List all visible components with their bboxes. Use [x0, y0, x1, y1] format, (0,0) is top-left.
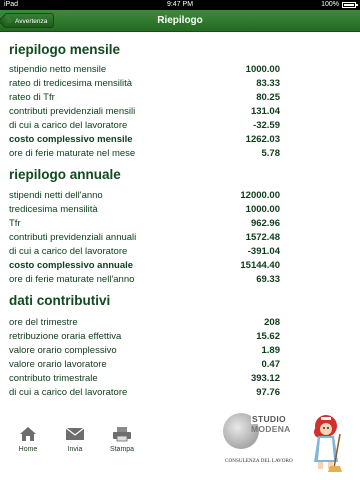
row-label: retribuzione oraria effettiva — [9, 331, 122, 342]
section-title-annuale: riepilogo annuale — [9, 167, 121, 182]
back-button[interactable]: Avvertenza — [4, 13, 55, 28]
summary-row: tredicesima mensilità 1000.00 — [9, 203, 280, 216]
summary-row: stipendio netto mensile 1000.00 — [9, 63, 280, 76]
send-label: Invia — [67, 446, 83, 453]
row-label: ore del trimestre — [9, 317, 78, 328]
row-value: 962.96 — [250, 218, 280, 229]
row-label: ore di ferie maturate nell'anno — [9, 274, 135, 285]
row-label: stipendio netto mensile — [9, 64, 107, 75]
home-icon — [20, 427, 36, 441]
row-value: 1.89 — [261, 345, 281, 356]
summary-row: di cui a carico del lavoratore -32.59 — [9, 119, 280, 132]
status-time: 9:47 PM — [166, 1, 194, 8]
summary-row: ore di ferie maturate nell'anno 69.33 — [9, 273, 280, 286]
summary-row: rateo di Tfr 80.25 — [9, 91, 280, 104]
mascot-illustration — [314, 415, 342, 472]
summary-row: ore di ferie maturate nel mese 5.78 — [9, 147, 280, 160]
printer-icon — [113, 427, 131, 442]
battery-percent: 100% — [321, 1, 339, 8]
section-title-mensile: riepilogo mensile — [9, 42, 121, 57]
send-button[interactable]: Invia — [59, 426, 91, 453]
row-value: -391.04 — [247, 246, 280, 257]
row-value: 69.33 — [256, 274, 280, 285]
home-button[interactable]: Home — [12, 426, 44, 453]
row-label: di cui a carico del lavoratore — [9, 120, 128, 131]
row-label: contributi previdenziali annuali — [9, 232, 137, 243]
status-bar: iPad 9:47 PM 100% — [0, 0, 360, 10]
summary-row-total: costo complessivo mensile 1262.03 — [9, 133, 280, 146]
summary-row: valore orario complessivo 1.89 — [9, 344, 280, 357]
row-value: 131.04 — [250, 106, 280, 117]
home-label: Home — [18, 446, 38, 453]
summary-row-total: costo complessivo annuale 15144.40 — [9, 259, 280, 272]
row-label: rateo di tredicesima mensilità — [9, 78, 133, 89]
row-label: stipendi netti dell'anno — [9, 190, 103, 201]
row-value: 83.33 — [256, 78, 280, 89]
row-label: valore orario lavoratore — [9, 359, 107, 370]
row-value: -32.59 — [253, 120, 280, 131]
row-label: valore orario complessivo — [9, 345, 117, 356]
print-label: Stampa — [109, 446, 135, 453]
row-label: costo complessivo mensile — [9, 134, 133, 145]
summary-row: di cui a carico del lavoratore 97.76 — [9, 386, 280, 399]
row-value: 1000.00 — [245, 204, 280, 215]
row-value: 1000.00 — [245, 64, 280, 75]
row-label: tredicesima mensilità — [9, 204, 98, 215]
row-value: 393.12 — [250, 373, 280, 384]
logo-tagline: CONSULENZA DEL LAVORO — [225, 458, 293, 464]
row-value: 208 — [264, 317, 280, 328]
back-button-label: Avvertenza — [15, 18, 48, 25]
row-label: Tfr — [9, 218, 21, 229]
row-value: 1572.48 — [245, 232, 280, 243]
summary-row: di cui a carico del lavoratore -391.04 — [9, 245, 280, 258]
summary-row: rateo di tredicesima mensilità 83.33 — [9, 77, 280, 90]
studio-modena-logo: STUDIO MODENA CONSULENZA DEL LAVORO — [221, 410, 293, 472]
row-value: 0.47 — [261, 359, 281, 370]
summary-row: contributi previdenziali mensili 131.04 — [9, 105, 280, 118]
row-label: contributo trimestrale — [9, 373, 98, 384]
row-label: ore di ferie maturate nel mese — [9, 148, 136, 159]
row-value: 1262.03 — [245, 134, 280, 145]
battery-status: 100% — [321, 0, 358, 10]
section-title-contributivi: dati contributivi — [9, 293, 111, 308]
navigation-bar: Avvertenza Riepilogo — [0, 10, 360, 32]
row-label: di cui a carico del lavoratore — [9, 246, 128, 257]
mail-icon — [65, 427, 85, 440]
row-label: contributi previdenziali mensili — [9, 106, 136, 117]
battery-icon — [342, 2, 358, 8]
row-label: di cui a carico del lavoratore — [9, 387, 128, 398]
summary-row: stipendi netti dell'anno 12000.00 — [9, 189, 280, 202]
summary-row: contributo trimestrale 393.12 — [9, 372, 280, 385]
print-button[interactable]: Stampa — [106, 426, 138, 453]
summary-row: Tfr 962.96 — [9, 217, 280, 230]
row-label: rateo di Tfr — [9, 92, 55, 103]
row-value: 97.76 — [256, 387, 280, 398]
row-value: 12000.00 — [240, 190, 280, 201]
row-value: 15.62 — [256, 331, 280, 342]
summary-row: retribuzione oraria effettiva 15.62 — [9, 330, 280, 343]
summary-row: valore orario lavoratore 0.47 — [9, 358, 280, 371]
logo-line1: STUDIO — [251, 414, 287, 424]
row-value: 15144.40 — [240, 260, 280, 271]
row-label: costo complessivo annuale — [9, 260, 134, 271]
summary-row: contributi previdenziali annuali 1572.48 — [9, 231, 280, 244]
summary-row: ore del trimestre 208 — [9, 316, 280, 329]
row-value: 80.25 — [256, 92, 280, 103]
row-value: 5.78 — [261, 148, 281, 159]
logo-line2: MODENA — [251, 424, 291, 434]
